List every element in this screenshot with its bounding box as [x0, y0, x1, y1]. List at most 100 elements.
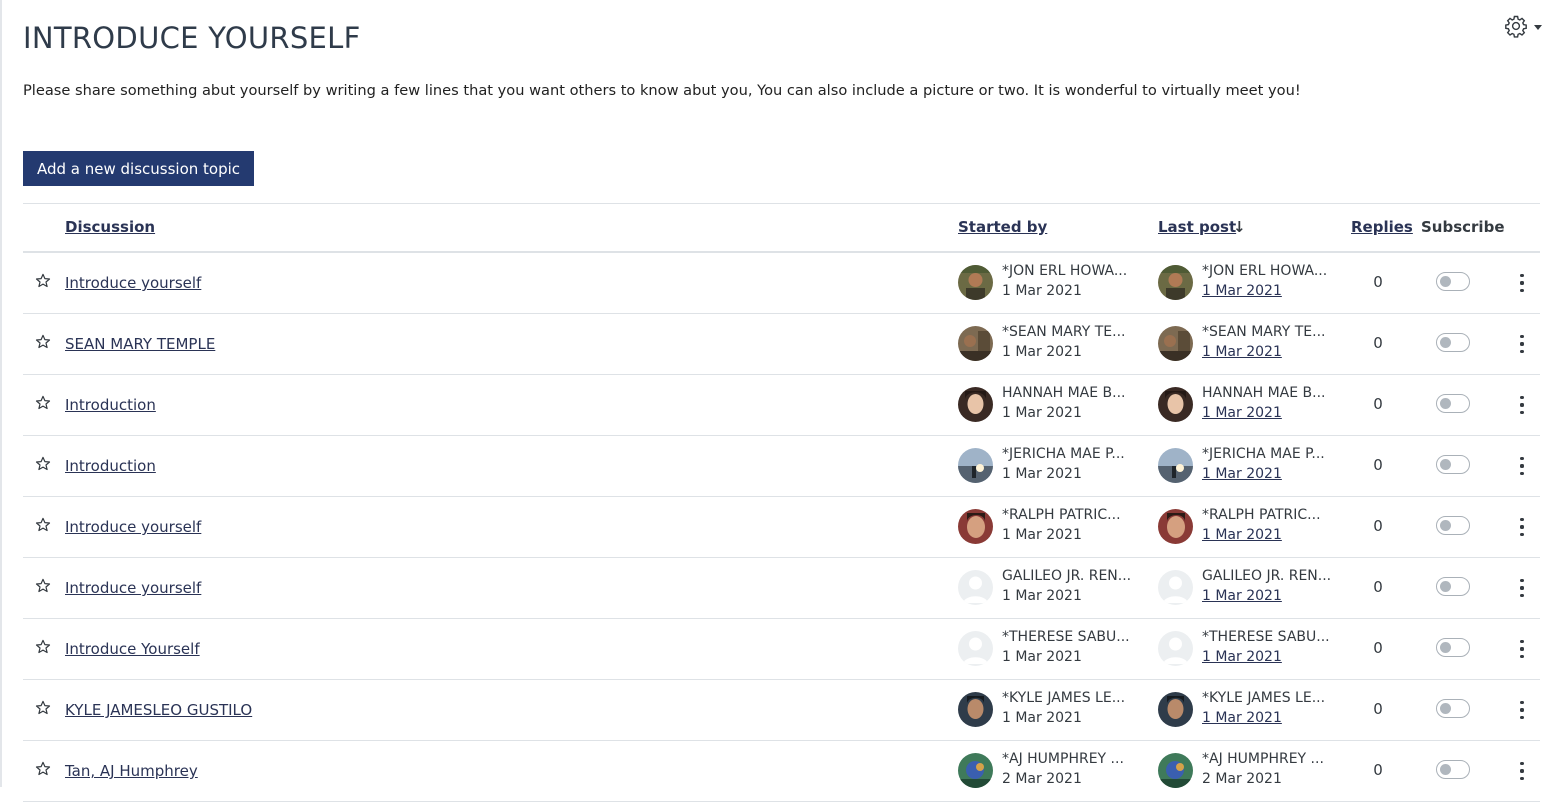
toggle-knob	[1440, 520, 1451, 531]
last-post-date-link[interactable]: 1 Mar 2021	[1202, 588, 1282, 604]
start-date: 1 Mar 2021	[1002, 344, 1082, 360]
last-post-date-link[interactable]: 1 Mar 2021	[1202, 649, 1282, 665]
last-post-date-link[interactable]: 1 Mar 2021	[1202, 527, 1282, 543]
toggle-knob	[1440, 764, 1451, 775]
toggle-knob	[1440, 459, 1451, 470]
more-actions-icon[interactable]	[1516, 762, 1528, 780]
discussion-title-link[interactable]: Introduction	[65, 396, 156, 414]
more-actions-icon[interactable]	[1516, 396, 1528, 414]
discussion-title-link[interactable]: Introduce yourself	[65, 274, 201, 292]
sort-last-post-header[interactable]: Last post	[1158, 218, 1236, 236]
star-icon[interactable]	[35, 578, 51, 598]
last-poster-name: *AJ HUMPHREY ...	[1202, 751, 1324, 767]
toggle-knob	[1440, 703, 1451, 714]
table-row: Introduce yourself GALILEO JR. REN... 1 Ma…	[23, 558, 1540, 619]
star-icon[interactable]	[35, 700, 51, 720]
more-actions-icon[interactable]	[1516, 457, 1528, 475]
discussion-rows: Introduce yourself *JON ERL HOWA... 1 Mar …	[23, 253, 1540, 802]
last-poster-name: *JON ERL HOWA...	[1202, 263, 1328, 279]
last-post-date-link[interactable]: 1 Mar 2021	[1202, 466, 1282, 482]
start-date: 1 Mar 2021	[1002, 710, 1082, 726]
last-poster-avatar[interactable]	[1158, 753, 1193, 788]
last-post-date-link[interactable]: 1 Mar 2021	[1202, 283, 1282, 299]
starter-avatar[interactable]	[958, 387, 993, 422]
discussion-title-link[interactable]: KYLE JAMESLEO GUSTILO	[65, 701, 252, 719]
subscribe-toggle[interactable]	[1436, 333, 1470, 352]
table-header: Discussion Started by Last post ↓ Replie…	[23, 203, 1540, 253]
last-post-header-label: Last post	[1158, 218, 1237, 236]
subscribe-toggle[interactable]	[1436, 394, 1470, 413]
discussion-title-link[interactable]: SEAN MARY TEMPLE	[65, 335, 215, 353]
table-row: Introduce yourself *RALPH PATRIC... 1 Mar …	[23, 497, 1540, 558]
last-post-date-link[interactable]: 2 Mar 2021	[1202, 771, 1282, 787]
star-icon[interactable]	[35, 761, 51, 781]
forum-description: Please share something abut yourself by …	[23, 82, 1301, 99]
discussion-title-link[interactable]: Introduce yourself	[65, 518, 201, 536]
page-title: INTRODUCE YOURSELF	[23, 21, 361, 55]
starter-avatar[interactable]	[958, 448, 993, 483]
add-discussion-button[interactable]: Add a new discussion topic	[23, 151, 254, 186]
last-poster-avatar[interactable]	[1158, 387, 1193, 422]
star-icon[interactable]	[35, 639, 51, 659]
last-poster-avatar[interactable]	[1158, 448, 1193, 483]
more-actions-icon[interactable]	[1516, 518, 1528, 536]
replies-count: 0	[1373, 761, 1383, 779]
start-date: 1 Mar 2021	[1002, 588, 1082, 604]
forum-settings-menu[interactable]	[1504, 14, 1542, 38]
discussion-title-link[interactable]: Tan, AJ Humphrey	[65, 762, 198, 780]
start-date: 1 Mar 2021	[1002, 649, 1082, 665]
starter-avatar[interactable]	[958, 631, 993, 666]
start-date: 1 Mar 2021	[1002, 283, 1082, 299]
last-poster-name: HANNAH MAE B...	[1202, 385, 1326, 401]
discussion-title-link[interactable]: Introduce Yourself	[65, 640, 200, 658]
sort-down-arrow-icon: ↓	[1233, 218, 1246, 236]
subscribe-toggle[interactable]	[1436, 455, 1470, 474]
starter-name: HANNAH MAE B...	[1002, 385, 1126, 401]
start-date: 1 Mar 2021	[1002, 527, 1082, 543]
last-poster-avatar[interactable]	[1158, 326, 1193, 361]
subscribe-toggle[interactable]	[1436, 516, 1470, 535]
sort-discussion-header[interactable]: Discussion	[65, 218, 155, 236]
start-date: 1 Mar 2021	[1002, 466, 1082, 482]
discussion-title-link[interactable]: Introduction	[65, 457, 156, 475]
discussion-title-link[interactable]: Introduce yourself	[65, 579, 201, 597]
last-poster-avatar[interactable]	[1158, 692, 1193, 727]
start-date: 1 Mar 2021	[1002, 405, 1082, 421]
more-actions-icon[interactable]	[1516, 274, 1528, 292]
last-poster-name: *SEAN MARY TE...	[1202, 324, 1326, 340]
chevron-down-icon	[1534, 24, 1542, 30]
more-actions-icon[interactable]	[1516, 701, 1528, 719]
last-poster-avatar[interactable]	[1158, 570, 1193, 605]
sort-replies-header[interactable]: Replies	[1351, 218, 1413, 236]
last-post-date-link[interactable]: 1 Mar 2021	[1202, 344, 1282, 360]
star-icon[interactable]	[35, 273, 51, 293]
replies-count: 0	[1373, 517, 1383, 535]
more-actions-icon[interactable]	[1516, 640, 1528, 658]
starter-name: *RALPH PATRIC...	[1002, 507, 1121, 523]
more-actions-icon[interactable]	[1516, 579, 1528, 597]
last-post-date-link[interactable]: 1 Mar 2021	[1202, 710, 1282, 726]
last-poster-avatar[interactable]	[1158, 265, 1193, 300]
table-row: Tan, AJ Humphrey *AJ HUMPHREY ... 2 Mar 20…	[23, 741, 1540, 802]
subscribe-toggle[interactable]	[1436, 577, 1470, 596]
star-icon[interactable]	[35, 456, 51, 476]
last-poster-avatar[interactable]	[1158, 509, 1193, 544]
star-icon[interactable]	[35, 395, 51, 415]
starter-avatar[interactable]	[958, 692, 993, 727]
star-icon[interactable]	[35, 334, 51, 354]
subscribe-toggle[interactable]	[1436, 699, 1470, 718]
starter-avatar[interactable]	[958, 753, 993, 788]
starter-avatar[interactable]	[958, 265, 993, 300]
more-actions-icon[interactable]	[1516, 335, 1528, 353]
last-post-date-link[interactable]: 1 Mar 2021	[1202, 405, 1282, 421]
starter-avatar[interactable]	[958, 326, 993, 361]
sort-started-by-header[interactable]: Started by	[958, 218, 1047, 236]
star-icon[interactable]	[35, 517, 51, 537]
starter-avatar[interactable]	[958, 570, 993, 605]
starter-avatar[interactable]	[958, 509, 993, 544]
table-row: Introduction HANNAH MAE B... 1 Mar 2021 HAN…	[23, 375, 1540, 436]
last-poster-avatar[interactable]	[1158, 631, 1193, 666]
subscribe-toggle[interactable]	[1436, 760, 1470, 779]
subscribe-toggle[interactable]	[1436, 272, 1470, 291]
subscribe-toggle[interactable]	[1436, 638, 1470, 657]
